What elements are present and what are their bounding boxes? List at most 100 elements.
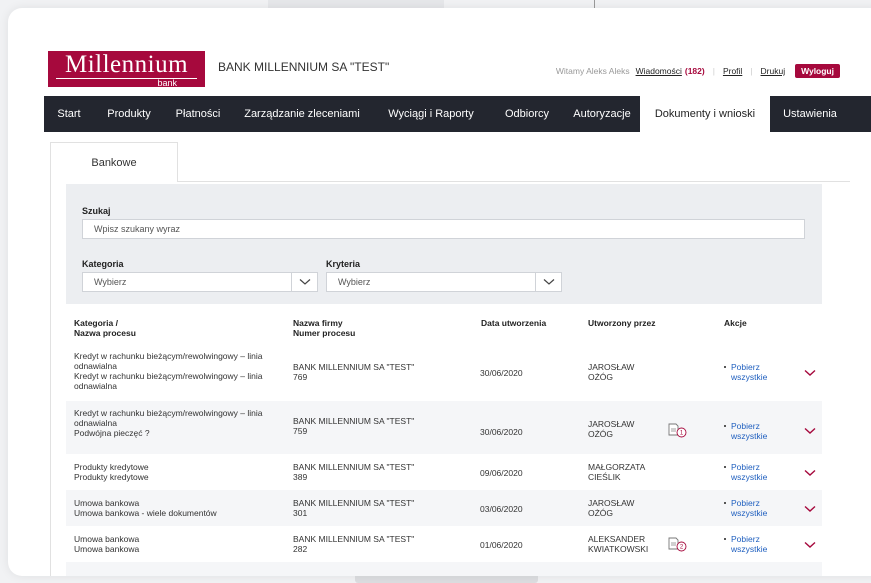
action-line: Pobierz (731, 498, 760, 508)
search-label: Szukaj (82, 206, 111, 216)
category-line: Kredyt w rachunku bieżącym/rewolwingowy … (74, 351, 263, 361)
row-date: 03/06/2020 (480, 504, 523, 514)
logout-button[interactable]: Wyloguj (795, 64, 840, 78)
download-all-link[interactable]: Pobierz wszystkie (724, 498, 768, 518)
action-line: wszystkie (731, 508, 768, 518)
nav-item-dokumenty[interactable]: Dokumenty i wnioski (640, 96, 770, 132)
chevron-down-icon (291, 273, 317, 291)
process-number: 389 (293, 472, 308, 482)
row-created-by: MAŁGORZATA CIEŚLIK (588, 462, 645, 482)
row-category: Umowa bankowa Umowa bankowa - wiele doku… (74, 498, 217, 518)
action-line: Pobierz (731, 462, 760, 472)
document-badge-icon[interactable]: 2 (668, 536, 688, 557)
chevron-down-icon[interactable] (804, 541, 816, 549)
action-line: wszystkie (731, 544, 768, 554)
row-category: Kredyt w rachunku bieżącym/rewolwingowy … (74, 408, 263, 438)
download-all-link[interactable]: Pobierz wszystkie (724, 362, 768, 382)
bullet (724, 366, 726, 368)
search-panel: Szukaj Wpisz szukany wyraz Kategoria Wyb… (66, 184, 822, 304)
table-row[interactable]: Kredyt w rachunku bieżącym/rewolwingowy … (66, 345, 822, 401)
row-category: Produkty kredytowe Produkty kredytowe (74, 462, 149, 482)
user-line: OŻÓG (588, 372, 614, 382)
category-line: Kredyt w rachunku bieżącym/rewolwingowy … (74, 371, 263, 381)
document-badge-icon[interactable]: 1 (668, 422, 688, 443)
background-window (268, 0, 444, 8)
chevron-down-icon[interactable] (804, 469, 816, 477)
company-name: BANK MILLENNIUM SA "TEST" (293, 462, 415, 472)
print-link[interactable]: Drukuj (761, 66, 786, 76)
criteria-select[interactable]: Wybierz (326, 272, 562, 292)
company-name: BANK MILLENNIUM SA "TEST" (218, 60, 390, 74)
bullet (724, 538, 726, 540)
process-number: 759 (293, 426, 308, 436)
category-line: Umowa bankowa (74, 498, 140, 508)
chevron-down-icon[interactable] (804, 427, 816, 435)
action-line: wszystkie (731, 431, 768, 441)
action-line: wszystkie (731, 472, 768, 482)
category-line: odnawialna (74, 381, 118, 391)
action-line: Pobierz (731, 421, 760, 431)
nav-item-zarzadzanie[interactable]: Zarządzanie zleceniami (232, 96, 372, 132)
nav-item-start[interactable]: Start (44, 96, 94, 132)
table-row[interactable]: Umowa bankowa Umowa bankowa BANK MILLENN… (66, 526, 822, 562)
category-line: Produkty kredytowe (74, 462, 149, 472)
user-line: JAROSŁAW (588, 498, 635, 508)
row-company: BANK MILLENNIUM SA "TEST" 769 (293, 362, 414, 382)
nav-item-odbiorcy[interactable]: Odbiorcy (490, 96, 564, 132)
table-row[interactable]: Kredyt w rachunku bieżącym/rewolwingowy … (66, 401, 822, 454)
download-all-link[interactable]: Pobierz wszystkie (724, 462, 768, 482)
nav-item-platnosci[interactable]: Płatności (164, 96, 232, 132)
column-header-company[interactable]: Nazwa firmy Numer procesu (293, 318, 355, 338)
table-row[interactable]: Umowa bankowa Umowa bankowa - wiele doku… (66, 490, 822, 526)
user-line: KWIATKOWSKI (588, 544, 649, 554)
tab-bankowe[interactable]: Bankowe (50, 142, 178, 182)
column-header-category[interactable]: Kategoria / Nazwa procesu (74, 318, 136, 338)
company-name: BANK MILLENNIUM SA "TEST" (293, 416, 415, 426)
company-name: BANK MILLENNIUM SA "TEST" (293, 498, 415, 508)
search-input[interactable]: Wpisz szukany wyraz (82, 219, 805, 239)
chevron-down-icon[interactable] (804, 505, 816, 513)
row-company: BANK MILLENNIUM SA "TEST" 282 (293, 534, 414, 554)
header-line: Kategoria / (74, 318, 118, 328)
column-header-date[interactable]: Data utworzenia (481, 318, 546, 328)
logo-text: Millennium (64, 51, 189, 78)
greeting-text: Witamy Aleks Aleks (555, 66, 630, 76)
nav-item-ustawienia[interactable]: Ustawienia (770, 96, 850, 132)
nav-item-autoryzacje[interactable]: Autoryzacje (564, 96, 640, 132)
row-created-by: JAROSŁAW OŻÓG (588, 362, 634, 382)
nav-item-produkty[interactable]: Produkty (94, 96, 164, 132)
action-line: wszystkie (731, 372, 768, 382)
process-number: 301 (293, 508, 308, 518)
process-number: 282 (293, 544, 308, 554)
user-line: CIEŚLIK (588, 472, 621, 482)
messages-link[interactable]: Wiadomości (636, 66, 682, 76)
category-select[interactable]: Wybierz (82, 272, 318, 292)
download-all-link[interactable]: Pobierz wszystkie (724, 534, 768, 554)
row-created-by: JAROSŁAW OŻÓG (588, 498, 634, 518)
row-date: 09/06/2020 (480, 468, 523, 478)
header-line: Nazwa procesu (74, 328, 136, 338)
column-header-created-by[interactable]: Utworzony przez (588, 318, 656, 328)
category-line: Umowa bankowa - wiele dokumentów (74, 508, 217, 518)
user-line: JAROSŁAW (588, 419, 635, 429)
messages-count: (182) (684, 66, 705, 76)
row-company: BANK MILLENNIUM SA "TEST" 759 (293, 416, 414, 436)
action-line: Pobierz (731, 534, 760, 544)
category-line: odnawialna (74, 418, 118, 428)
table-row-partial (66, 562, 822, 576)
chevron-down-icon[interactable] (804, 369, 816, 377)
separator: | (712, 66, 715, 76)
user-menu: Witamy Aleks Aleks Wiadomości (182) | Pr… (556, 64, 840, 78)
app-window: Millennium bank BANK MILLENNIUM SA "TEST… (8, 8, 871, 576)
profile-link[interactable]: Profil (723, 66, 742, 76)
download-all-link[interactable]: Pobierz wszystkie (724, 421, 768, 441)
user-line: MAŁGORZATA (588, 462, 646, 472)
separator: | (750, 66, 753, 76)
category-line: Podwójna pieczęć ? (74, 428, 150, 438)
nav-item-wyciagi[interactable]: Wyciągi i Raporty (372, 96, 490, 132)
main-nav: Start Produkty Płatności Zarządzanie zle… (44, 96, 871, 132)
bank-logo[interactable]: Millennium bank (48, 51, 205, 88)
criteria-select-value: Wybierz (338, 277, 371, 287)
table-row[interactable]: Produkty kredytowe Produkty kredytowe BA… (66, 454, 822, 490)
category-label: Kategoria (82, 259, 124, 269)
